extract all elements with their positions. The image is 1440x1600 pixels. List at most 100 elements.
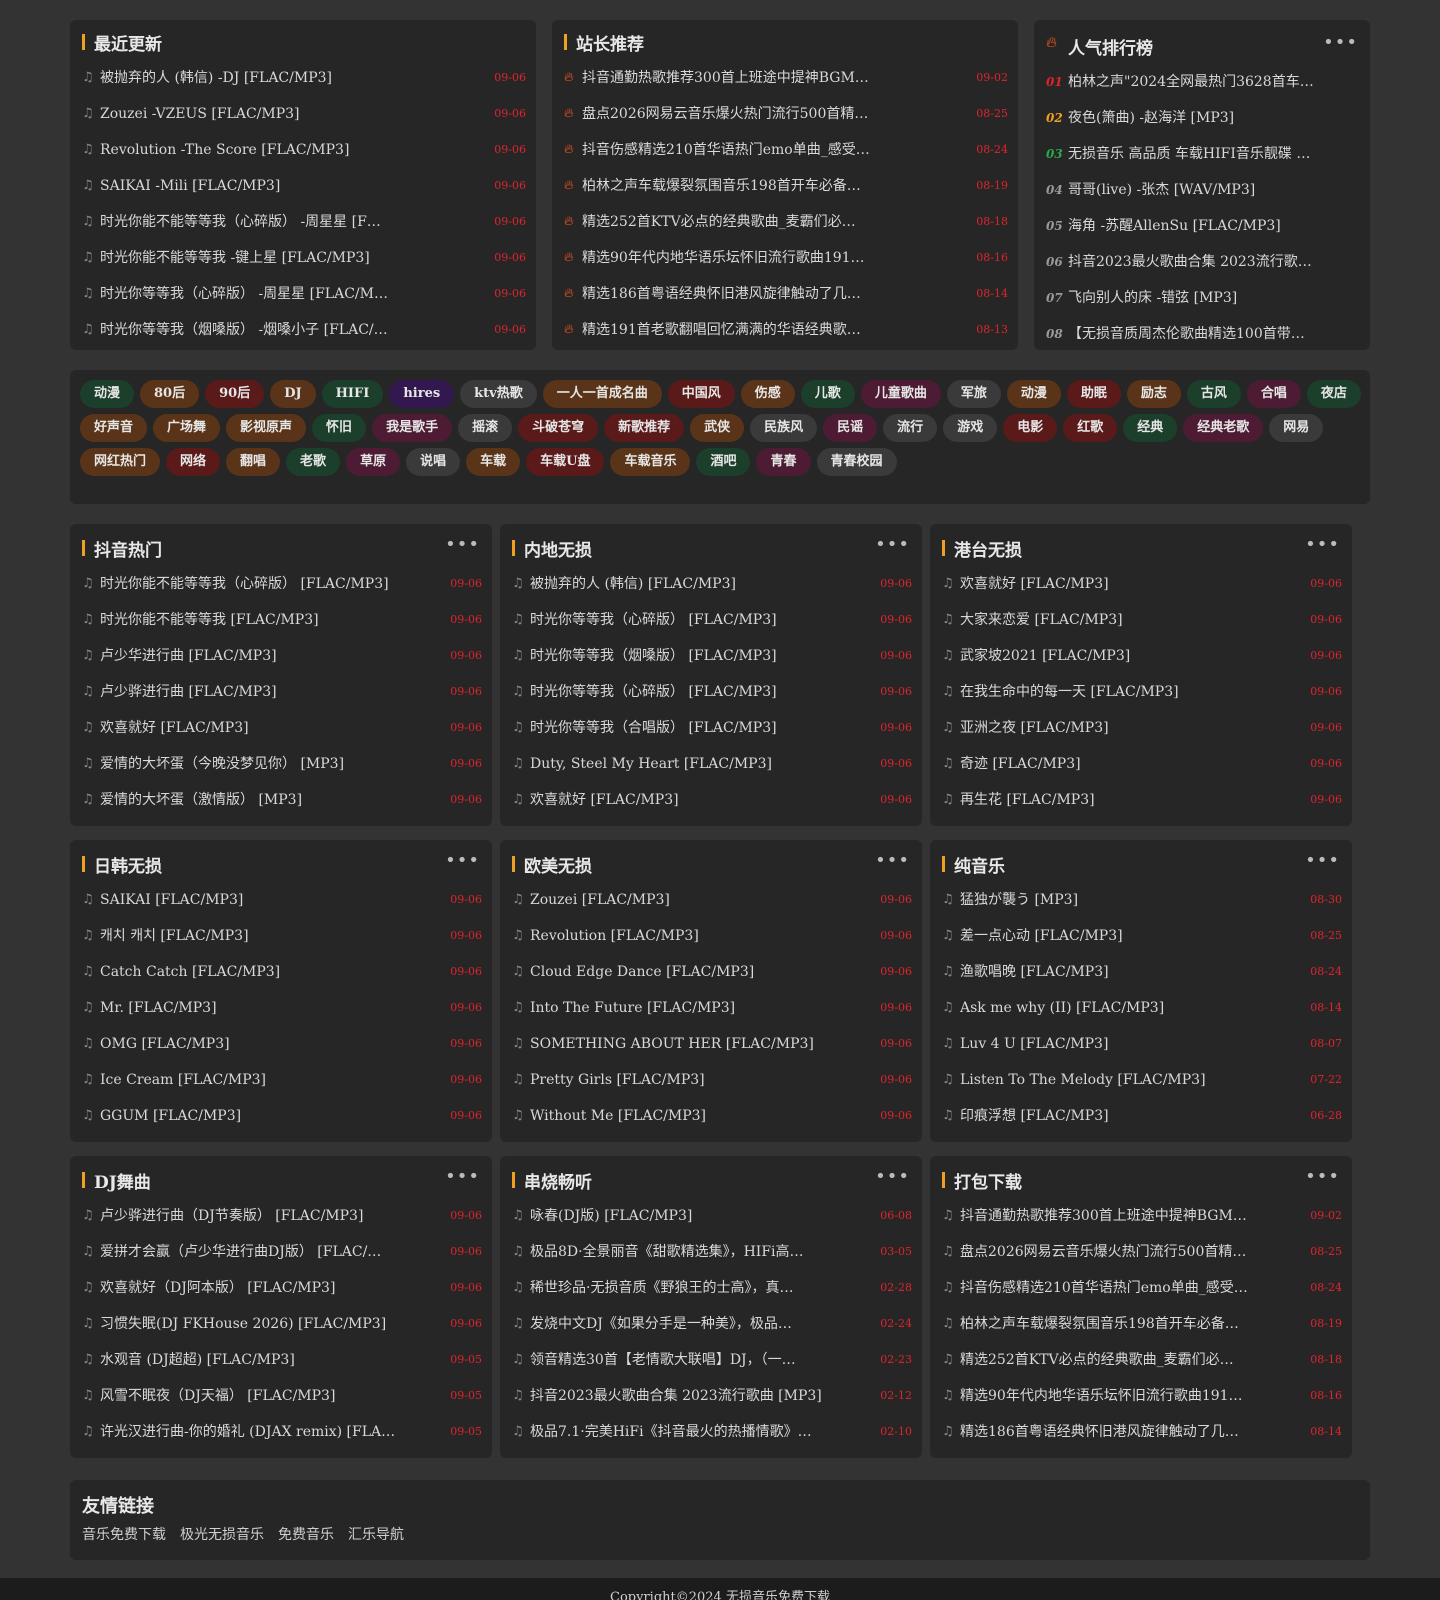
list-item[interactable]: 🔥︎ 抖音通勤热歌推荐300首上班途中提神BGM… 09-02	[564, 60, 1008, 96]
list-item[interactable]: ♫ 时光你等等我（心碎版） -周星星 [FLAC/M… 09-06	[82, 276, 526, 312]
tag-chip[interactable]: 军旅	[946, 380, 1001, 408]
song-link[interactable]: 时光你等等我（心碎版） -周星星 [FLAC/M…	[100, 276, 468, 312]
more-button[interactable]: •••	[1305, 534, 1340, 555]
list-item[interactable]: ♫ 抖音伤感精选210首华语热门emo单曲_感受… 08-24	[942, 1270, 1342, 1306]
song-link[interactable]: 欢喜就好 [FLAC/MP3]	[960, 566, 1284, 602]
song-link[interactable]: 抖音2023最火歌曲合集 2023流行歌曲 [MP3]	[530, 1378, 854, 1414]
list-item[interactable]: ♫ Duty, Steel My Heart [FLAC/MP3] 09-06	[512, 746, 912, 782]
song-link[interactable]: Listen To The Melody [FLAC/MP3]	[960, 1062, 1284, 1098]
song-link[interactable]: 卢少华进行曲 [FLAC/MP3]	[100, 638, 424, 674]
tag-chip[interactable]: 民族风	[750, 414, 818, 442]
song-link[interactable]: 飞向别人的床 -错弦 [MP3]	[1068, 280, 1350, 316]
song-link[interactable]: 精选252首KTV必点的经典歌曲_麦霸们必…	[960, 1342, 1284, 1378]
list-item[interactable]: ♫ 在我生命中的每一天 [FLAC/MP3] 09-06	[942, 674, 1342, 710]
song-link[interactable]: 渔歌唱晚 [FLAC/MP3]	[960, 954, 1284, 990]
song-link[interactable]: 卢少骅进行曲（DJ节奏版） [FLAC/MP3]	[100, 1198, 424, 1234]
song-link[interactable]: 캐치 캐치 [FLAC/MP3]	[100, 918, 424, 954]
list-item[interactable]: ♫ 时光你等等我（心碎版） [FLAC/MP3] 09-06	[512, 602, 912, 638]
list-item[interactable]: ♫ Ask me why (II) [FLAC/MP3] 08-14	[942, 990, 1342, 1026]
list-item[interactable]: ♫ 时光你能不能等等我 [FLAC/MP3] 09-06	[82, 602, 482, 638]
list-item[interactable]: ♫ 稀世珍品·无损音质《野狼王的士高》，真… 02-28	[512, 1270, 912, 1306]
tag-chip[interactable]: 车载	[466, 448, 521, 476]
list-item[interactable]: ♫ 咏春(DJ版) [FLAC/MP3] 06-08	[512, 1198, 912, 1234]
more-button[interactable]: •••	[445, 850, 480, 871]
tag-chip[interactable]: 翻唱	[226, 448, 281, 476]
list-item[interactable]: ♫ 캐치 캐치 [FLAC/MP3] 09-06	[82, 918, 482, 954]
song-link[interactable]: 时光你等等我（合唱版） [FLAC/MP3]	[530, 710, 854, 746]
list-item[interactable]: ♫ 抖音2023最火歌曲合集 2023流行歌曲 [MP3] 02-12	[512, 1378, 912, 1414]
list-item[interactable]: ♫ 卢少华进行曲 [FLAC/MP3] 09-06	[82, 638, 482, 674]
tag-chip[interactable]: 动漫	[1006, 380, 1061, 408]
more-button[interactable]: •••	[445, 1166, 480, 1187]
song-link[interactable]: 时光你能不能等等我 -键上星 [FLAC/MP3]	[100, 240, 468, 276]
tag-chip[interactable]: DJ	[270, 380, 316, 408]
song-link[interactable]: Without Me [FLAC/MP3]	[530, 1098, 854, 1134]
song-link[interactable]: 水观音 (DJ超超) [FLAC/MP3]	[100, 1342, 424, 1378]
song-link[interactable]: 无损音乐 高品质 车载HIFI音乐靓碟 …	[1068, 136, 1350, 172]
tag-chip[interactable]: 新歌推荐	[604, 414, 685, 442]
song-link[interactable]: Mr. [FLAC/MP3]	[100, 990, 424, 1026]
list-item[interactable]: ♫ 极品7.1·完美HiFi《抖音最火的热播情歌》… 02-10	[512, 1414, 912, 1450]
list-item[interactable]: ♫ 渔歌唱晚 [FLAC/MP3] 08-24	[942, 954, 1342, 990]
song-link[interactable]: 被抛弃的人 (韩信) -DJ [FLAC/MP3]	[100, 60, 468, 96]
list-item[interactable]: ♫ Without Me [FLAC/MP3] 09-06	[512, 1098, 912, 1134]
song-link[interactable]: 稀世珍品·无损音质《野狼王的士高》，真…	[530, 1270, 854, 1306]
ranking-item[interactable]: 07 飞向别人的床 -错弦 [MP3]	[1046, 280, 1360, 316]
tag-chip[interactable]: 红歌	[1063, 414, 1118, 442]
tag-chip[interactable]: 伤感	[740, 380, 795, 408]
song-link[interactable]: 许光汉进行曲-你的婚礼 (DJAX remix) [FLA…	[100, 1414, 424, 1450]
list-item[interactable]: ♫ 欢喜就好 [FLAC/MP3] 09-06	[942, 566, 1342, 602]
tag-chip[interactable]: 好声音	[80, 414, 148, 442]
tag-chip[interactable]: 儿歌	[800, 380, 855, 408]
song-link[interactable]: 精选186首粤语经典怀旧港风旋律触动了几…	[582, 276, 950, 312]
tag-chip[interactable]: 老歌	[286, 448, 341, 476]
list-item[interactable]: ♫ 时光你能不能等等我（心碎版） [FLAC/MP3] 09-06	[82, 566, 482, 602]
song-link[interactable]: 柏林之声车载爆裂氛围音乐198首开车必备…	[960, 1306, 1284, 1342]
tag-chip[interactable]: ktv热歌	[460, 380, 537, 408]
list-item[interactable]: ♫ 极品8D·全景丽音《甜歌精选集》，HIFi高… 03-05	[512, 1234, 912, 1270]
song-link[interactable]: 风雪不眠夜（DJ天福） [FLAC/MP3]	[100, 1378, 424, 1414]
list-item[interactable]: ♫ 再生花 [FLAC/MP3] 09-06	[942, 782, 1342, 818]
tag-chip[interactable]: 夜店	[1306, 380, 1361, 408]
tag-chip[interactable]: 90后	[205, 380, 265, 408]
song-link[interactable]: 精选90年代内地华语乐坛怀旧流行歌曲191…	[960, 1378, 1284, 1414]
tag-chip[interactable]: 经典	[1123, 414, 1178, 442]
list-item[interactable]: ♫ 亚洲之夜 [FLAC/MP3] 09-06	[942, 710, 1342, 746]
tag-chip[interactable]: 电影	[1003, 414, 1058, 442]
friend-link[interactable]: 免费音乐	[278, 1527, 334, 1543]
song-link[interactable]: 咏春(DJ版) [FLAC/MP3]	[530, 1198, 854, 1234]
tag-chip[interactable]: 斗破苍穹	[518, 414, 599, 442]
list-item[interactable]: ♫ Listen To The Melody [FLAC/MP3] 07-22	[942, 1062, 1342, 1098]
song-link[interactable]: 卢少骅进行曲 [FLAC/MP3]	[100, 674, 424, 710]
song-link[interactable]: SOMETHING ABOUT HER [FLAC/MP3]	[530, 1026, 854, 1062]
tag-chip[interactable]: 草原	[346, 448, 401, 476]
list-item[interactable]: ♫ 许光汉进行曲-你的婚礼 (DJAX remix) [FLA… 09-05	[82, 1414, 482, 1450]
song-link[interactable]: 夜色(箫曲) -赵海洋 [MP3]	[1068, 100, 1350, 136]
song-link[interactable]: 时光你能不能等等我（心碎版） -周星星 [F…	[100, 204, 468, 240]
list-item[interactable]: ♫ 柏林之声车载爆裂氛围音乐198首开车必备… 08-19	[942, 1306, 1342, 1342]
list-item[interactable]: 🔥︎ 精选90年代内地华语乐坛怀旧流行歌曲191… 08-16	[564, 240, 1008, 276]
song-link[interactable]: 精选90年代内地华语乐坛怀旧流行歌曲191…	[582, 240, 950, 276]
song-link[interactable]: 印痕浮想 [FLAC/MP3]	[960, 1098, 1284, 1134]
tag-chip[interactable]: 网络	[166, 448, 221, 476]
ranking-item[interactable]: 04 哥哥(live) -张杰 [WAV/MP3]	[1046, 172, 1360, 208]
list-item[interactable]: ♫ Mr. [FLAC/MP3] 09-06	[82, 990, 482, 1026]
song-link[interactable]: Into The Future [FLAC/MP3]	[530, 990, 854, 1026]
list-item[interactable]: ♫ 被抛弃的人 (韩信) -DJ [FLAC/MP3] 09-06	[82, 60, 526, 96]
song-link[interactable]: 抖音通勤热歌推荐300首上班途中提神BGM…	[582, 60, 950, 96]
list-item[interactable]: ♫ 印痕浮想 [FLAC/MP3] 06-28	[942, 1098, 1342, 1134]
list-item[interactable]: ♫ 风雪不眠夜（DJ天福） [FLAC/MP3] 09-05	[82, 1378, 482, 1414]
more-button[interactable]: •••	[875, 1166, 910, 1187]
list-item[interactable]: 🔥︎ 精选186首粤语经典怀旧港风旋律触动了几… 08-14	[564, 276, 1008, 312]
list-item[interactable]: ♫ 欢喜就好（DJ阿本版） [FLAC/MP3] 09-06	[82, 1270, 482, 1306]
tag-chip[interactable]: 摇滚	[458, 414, 513, 442]
tag-chip[interactable]: 我是歌手	[372, 414, 453, 442]
list-item[interactable]: 🔥︎ 抖音伤感精选210首华语热门emo单曲_感受… 08-24	[564, 132, 1008, 168]
song-link[interactable]: 精选191首老歌翻唱回忆满满的华语经典歌…	[582, 312, 950, 348]
song-link[interactable]: SAIKAI -Mili [FLAC/MP3]	[100, 168, 468, 204]
list-item[interactable]: ♫ 大家来恋爱 [FLAC/MP3] 09-06	[942, 602, 1342, 638]
list-item[interactable]: ♫ 武家坡2021 [FLAC/MP3] 09-06	[942, 638, 1342, 674]
song-link[interactable]: 抖音2023最火歌曲合集 2023流行歌…	[1068, 244, 1350, 280]
tag-chip[interactable]: 怀旧	[312, 414, 367, 442]
song-link[interactable]: 差一点心动 [FLAC/MP3]	[960, 918, 1284, 954]
